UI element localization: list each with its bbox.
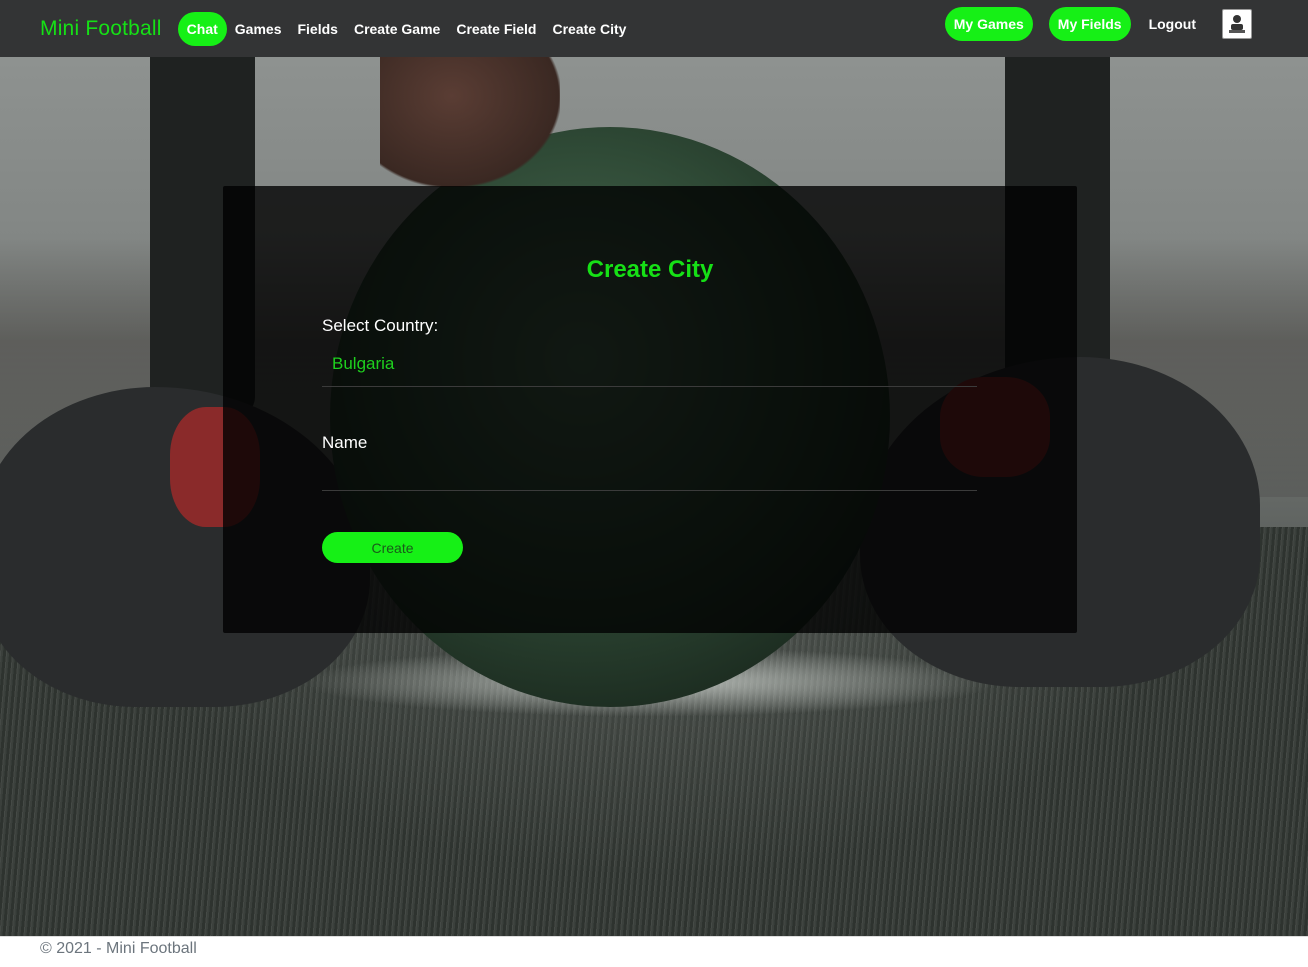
user-avatar-glyph bbox=[1229, 15, 1245, 33]
nav-right: My Games My Fields Logout bbox=[929, 7, 1252, 41]
nav-link-create-game[interactable]: Create Game bbox=[346, 13, 448, 45]
create-button[interactable]: Create bbox=[322, 532, 463, 563]
country-select[interactable]: Bulgaria bbox=[322, 341, 977, 387]
my-fields-button[interactable]: My Fields bbox=[1048, 7, 1131, 41]
nav-link-create-city[interactable]: Create City bbox=[544, 13, 634, 45]
footer-copyright: © 2021 - Mini Football bbox=[40, 940, 197, 957]
user-avatar-icon[interactable] bbox=[1222, 9, 1252, 39]
brand-link[interactable]: Mini Football bbox=[40, 17, 162, 41]
page-title: Create City bbox=[586, 256, 714, 283]
nav-links: Chat Games Fields Create Game Create Fie… bbox=[177, 11, 635, 46]
nav-link-chat[interactable]: Chat bbox=[177, 11, 227, 46]
name-label: Name bbox=[322, 433, 368, 452]
country-label: Select Country: bbox=[322, 316, 439, 335]
footer: © 2021 - Mini Football bbox=[0, 936, 1308, 967]
create-city-card: Create City Select Country: Bulgaria Nam… bbox=[223, 186, 1077, 633]
nav-link-games[interactable]: Games bbox=[227, 13, 290, 45]
name-input[interactable] bbox=[322, 458, 977, 491]
logout-link[interactable]: Logout bbox=[1149, 16, 1196, 32]
nav-link-fields[interactable]: Fields bbox=[289, 13, 345, 45]
nav-link-create-field[interactable]: Create Field bbox=[448, 13, 544, 45]
my-games-button[interactable]: My Games bbox=[944, 7, 1033, 41]
navbar: Mini Football Chat Games Fields Create G… bbox=[0, 0, 1308, 57]
country-select-value: Bulgaria bbox=[332, 353, 395, 373]
background-hand bbox=[380, 57, 560, 187]
